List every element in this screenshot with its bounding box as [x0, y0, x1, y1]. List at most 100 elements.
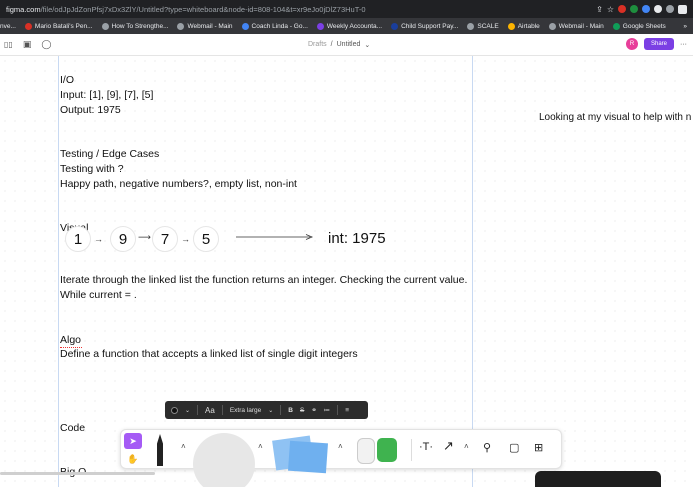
avatar[interactable]: R	[625, 38, 638, 50]
list-node[interactable]: 1	[65, 226, 91, 252]
text-color-swatch[interactable]	[171, 406, 178, 414]
figma-top-bar: ▯▯ ▣ ◯ Drafts / Untitled ⌄ R Share ···	[0, 34, 693, 56]
bookmark-favicon-icon	[24, 22, 32, 30]
extension-icon[interactable]	[618, 5, 626, 13]
bold-button[interactable]: B	[288, 407, 293, 414]
code-heading[interactable]: Code	[60, 422, 85, 434]
pages-icon[interactable]: ▯▯	[4, 40, 13, 49]
frame-right-guide	[472, 56, 473, 487]
breadcrumb-separator: /	[330, 41, 333, 48]
bookmark-item[interactable]: How To Strengthe...	[101, 22, 169, 30]
connector-tool-icon[interactable]: ↗	[443, 438, 454, 454]
tool-palette: ➤ ✋ ˄ ˄ ˄ ·T· ↗ ˄ ⚲ ▢ ⊞	[120, 429, 562, 487]
strikethrough-button[interactable]: S	[300, 407, 304, 414]
bookmark-item[interactable]: Weekly Accounta...	[316, 22, 383, 30]
list-node[interactable]: 9	[110, 226, 136, 252]
bookmark-item[interactable]: nve...	[0, 23, 16, 30]
sticker-icon[interactable]	[377, 438, 397, 462]
algo-text[interactable]: Define a function that accepts a linked …	[60, 348, 358, 360]
bookmark-favicon-icon	[548, 22, 556, 30]
font-family-button[interactable]: Aa	[205, 406, 215, 415]
stamp-icon[interactable]: ⚲	[483, 441, 491, 454]
testing-with[interactable]: Testing with ?	[60, 163, 124, 175]
list-node[interactable]: 7	[152, 226, 178, 252]
marker-pen-icon[interactable]	[157, 434, 163, 466]
chevron-up-icon[interactable]: ˄	[181, 442, 186, 451]
bookmark-favicon-icon	[391, 22, 399, 30]
chevron-up-icon[interactable]: ˄	[464, 442, 469, 451]
bookmark-item[interactable]: Google Sheets	[612, 22, 666, 30]
bullet-list-icon[interactable]: ≔	[324, 406, 331, 414]
chevron-down-icon[interactable]: ⌄	[364, 41, 370, 49]
align-icon[interactable]: ≡	[345, 407, 349, 414]
long-arrow-connector[interactable]	[236, 233, 316, 241]
while-text[interactable]: While current = .	[60, 289, 137, 301]
bookmark-item[interactable]: SCALE	[467, 22, 499, 30]
testing-heading[interactable]: Testing / Edge Cases	[60, 148, 159, 160]
bookmark-label: Weekly Accounta...	[326, 22, 383, 30]
result-label[interactable]: int: 1975	[328, 230, 386, 247]
bookmark-item[interactable]: Coach Linda - Go...	[241, 22, 308, 30]
chevron-up-icon[interactable]: ˄	[258, 442, 263, 451]
text-tool-icon[interactable]: ·T·	[419, 441, 433, 453]
bookmark-favicon-icon	[316, 22, 324, 30]
section-icon[interactable]: ▢	[509, 441, 519, 454]
extension-icon[interactable]	[654, 5, 662, 13]
algo-heading[interactable]: Algo	[60, 334, 81, 346]
share-page-icon[interactable]: ⇪	[596, 5, 603, 14]
sticker-icon[interactable]	[357, 438, 375, 464]
chevron-down-icon[interactable]: ⌄	[185, 407, 190, 414]
shape-tool-icon[interactable]	[193, 433, 255, 487]
output-line[interactable]: Output: 1975	[60, 104, 121, 116]
breadcrumb-drafts[interactable]: Drafts	[308, 41, 327, 49]
bookmarks-overflow[interactable]: »	[683, 23, 687, 30]
divider	[197, 405, 199, 415]
bookmark-item[interactable]: Mario Batali's Pen...	[24, 22, 93, 30]
font-size-dropdown[interactable]: Extra large	[230, 407, 261, 414]
cursor-icon[interactable]: ➤	[124, 433, 142, 449]
layout-icon[interactable]: ▣	[23, 39, 32, 50]
link-icon[interactable]: ⚭	[311, 406, 316, 414]
extension-icon[interactable]	[642, 5, 650, 13]
bookmark-favicon-icon	[241, 22, 249, 30]
frame-left-guide	[58, 56, 59, 487]
bookmark-label: Child Support Pay...	[401, 22, 459, 30]
extension-icon[interactable]	[678, 4, 687, 14]
whiteboard-canvas[interactable]: I/O Input: [1], [9], [7], [5] Output: 19…	[0, 56, 693, 487]
chevron-up-icon[interactable]: ˄	[338, 442, 343, 451]
iterate-text[interactable]: Iterate through the linked list the func…	[60, 274, 467, 286]
bookmark-item[interactable]: Child Support Pay...	[391, 22, 459, 30]
comment-icon[interactable]: ◯	[41, 39, 51, 50]
text-format-toolbar: ⌄ Aa Extra large ⌄ B S ⚭ ≔ ≡	[165, 401, 368, 419]
side-note[interactable]: Looking at my visual to help with n	[539, 112, 693, 123]
divider	[337, 405, 339, 415]
divider	[280, 405, 282, 415]
hand-icon[interactable]: ✋	[124, 451, 142, 467]
bookmark-item[interactable]: Webmail - Main	[548, 22, 604, 30]
file-name[interactable]: Untitled	[337, 41, 361, 49]
url-text[interactable]: figma.com/file/odJpJdZonPfsj7xDx3ZlY/Unt…	[6, 5, 596, 14]
extensions-row: ⇪ ☆	[596, 4, 687, 14]
bookmark-item[interactable]: Webmail - Main	[177, 22, 233, 30]
testing-cases[interactable]: Happy path, negative numbers?, empty lis…	[60, 178, 297, 190]
input-line[interactable]: Input: [1], [9], [7], [5]	[60, 89, 153, 101]
star-icon[interactable]: ☆	[607, 5, 614, 14]
share-button[interactable]: Share	[643, 38, 674, 50]
io-heading[interactable]: I/O	[60, 74, 74, 86]
bookmark-item[interactable]: Airtable	[507, 22, 540, 30]
bookmark-favicon-icon	[101, 22, 109, 30]
sticky-note-icon[interactable]	[287, 440, 329, 474]
widget-tab[interactable]	[535, 471, 661, 487]
more-menu-icon[interactable]: ···	[680, 41, 687, 48]
browser-url-bar[interactable]: figma.com/file/odJpJdZonPfsj7xDx3ZlY/Unt…	[0, 0, 693, 18]
list-node[interactable]: 5	[193, 226, 219, 252]
bookmark-label: Coach Linda - Go...	[251, 22, 308, 30]
extension-icon[interactable]	[666, 5, 674, 13]
horizontal-scrollbar[interactable]	[0, 472, 155, 475]
chevron-down-icon[interactable]: ⌄	[268, 407, 273, 414]
bookmarks-more-icon[interactable]: »	[683, 23, 687, 30]
extension-icon[interactable]	[630, 5, 638, 13]
arrow-icon: ⟶	[138, 232, 151, 242]
bookmark-label: How To Strengthe...	[111, 22, 169, 30]
table-icon[interactable]: ⊞	[534, 441, 543, 454]
